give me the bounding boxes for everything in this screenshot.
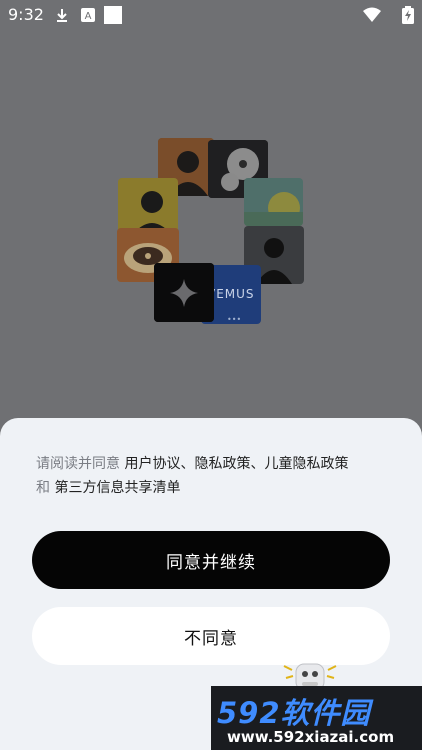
agree-continue-label: 同意并继续 bbox=[166, 552, 256, 573]
album-art-cluster: VEMUS ••• bbox=[0, 0, 422, 420]
separator: 、 bbox=[180, 456, 195, 472]
album-tile-landscape bbox=[244, 178, 303, 226]
link-user-agreement[interactable]: 用户协议 bbox=[124, 456, 180, 472]
watermark-brand: 592软件园 bbox=[217, 696, 371, 730]
link-third-party-sharing-list[interactable]: 第三方信息共享清单 bbox=[54, 480, 180, 496]
album-tile-vemus-label: VEMUS bbox=[207, 287, 255, 301]
watermark-url: www.592xiazai.com bbox=[227, 728, 395, 746]
link-privacy-policy[interactable]: 隐私政策 bbox=[194, 456, 250, 472]
consent-text: 请阅读并同意 用户协议、隐私政策、儿童隐私政策 和 第三方信息共享清单 bbox=[36, 452, 396, 500]
album-tile-star bbox=[154, 263, 214, 322]
link-child-privacy-policy[interactable]: 儿童隐私政策 bbox=[264, 456, 348, 472]
consent-conjunction: 和 bbox=[36, 480, 50, 496]
separator: 、 bbox=[250, 456, 265, 472]
watermark-banner: 592软件园 www.592xiazai.com bbox=[211, 686, 422, 750]
consent-prefix: 请阅读并同意 bbox=[36, 456, 120, 472]
disagree-label: 不同意 bbox=[184, 628, 238, 649]
agree-continue-button[interactable]: 同意并继续 bbox=[32, 531, 390, 589]
